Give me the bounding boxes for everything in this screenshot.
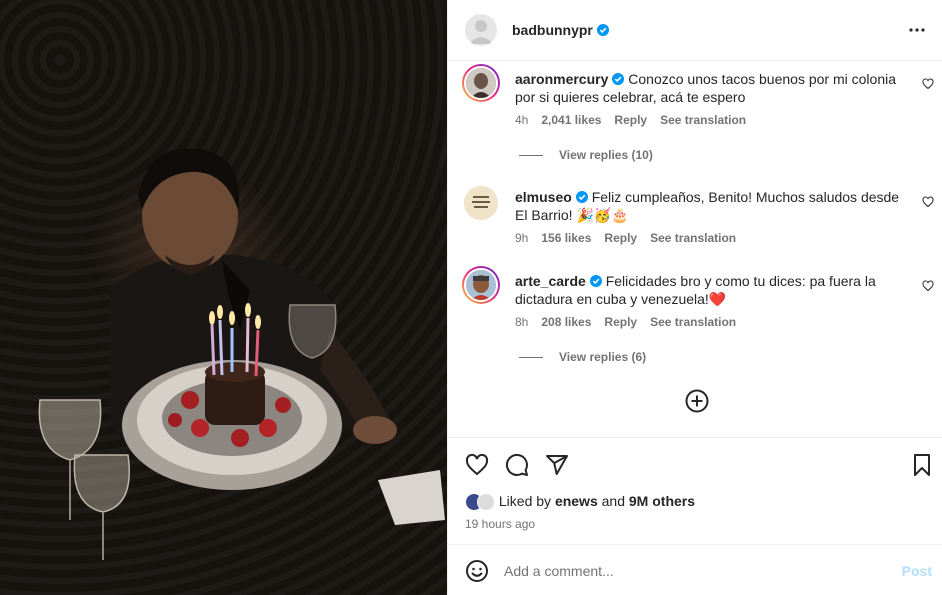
verified-badge-icon — [589, 275, 602, 287]
comment-username[interactable]: aaronmercury — [515, 71, 608, 87]
liker-avatar[interactable] — [477, 493, 495, 511]
emoji-icon[interactable] — [465, 559, 489, 583]
verified-badge-icon — [596, 24, 609, 36]
author-username[interactable]: badbunnypr — [512, 22, 609, 38]
post-header: badbunnypr — [448, 0, 942, 61]
author-avatar[interactable] — [465, 14, 497, 46]
commenter-avatar[interactable] — [462, 64, 500, 102]
commenter-logo — [464, 186, 498, 220]
comments-list: aaronmercury Conozco unos tacos buenos p… — [448, 61, 942, 437]
comment-like-count[interactable]: 208 likes — [541, 315, 591, 329]
reply-button[interactable]: Reply — [604, 315, 637, 329]
comment-username[interactable]: elmuseo — [515, 189, 572, 205]
commenter-avatar[interactable] — [462, 266, 500, 304]
view-replies-label[interactable]: View replies (6) — [559, 350, 646, 364]
user-silhouette-icon — [469, 20, 493, 44]
author-username-text[interactable]: badbunnypr — [512, 22, 593, 38]
liked-by-user[interactable]: enews — [555, 493, 598, 509]
comment-like-count[interactable]: 2,041 likes — [541, 113, 601, 127]
likes-summary: Liked by enews and 9M others — [465, 493, 695, 513]
see-translation-link[interactable]: See translation — [660, 113, 746, 127]
comment-meta: 9h 156 likes Reply See translation — [515, 231, 749, 245]
load-more-comments-icon[interactable] — [685, 389, 709, 413]
like-heart-icon[interactable] — [465, 453, 489, 477]
comment-input[interactable] — [504, 560, 884, 582]
comment-text: aaronmercury Conozco unos tacos buenos p… — [515, 70, 907, 106]
comment-body: Feliz cumpleaños, Benito! Muchos saludos… — [515, 189, 900, 223]
comment-text: arte_carde Felicidades bro y como tu dic… — [515, 272, 907, 308]
comment-like-heart-icon[interactable] — [922, 280, 934, 292]
post-details-panel: badbunnypr aaronmercury Conozco unos tac… — [447, 0, 942, 595]
comment-text: elmuseo Feliz cumpleaños, Benito! Muchos… — [515, 188, 907, 224]
bookmark-icon[interactable] — [910, 453, 934, 477]
post-timestamp[interactable]: 19 hours ago — [465, 517, 535, 531]
post-actions: Liked by enews and 9M others 19 hours ag… — [448, 437, 942, 544]
commenter-avatar[interactable] — [462, 184, 500, 222]
comment-meta: 8h 208 likes Reply See translation — [515, 315, 749, 329]
comment-time[interactable]: 9h — [515, 231, 528, 245]
comment-time[interactable]: 8h — [515, 315, 528, 329]
comment-like-heart-icon[interactable] — [922, 196, 934, 208]
view-replies-label[interactable]: View replies (10) — [559, 148, 653, 162]
see-translation-link[interactable]: See translation — [650, 231, 736, 245]
commenter-photo — [466, 270, 496, 300]
reply-button[interactable]: Reply — [604, 231, 637, 245]
replies-divider-line — [519, 357, 543, 359]
view-replies-button[interactable]: View replies (6) — [519, 350, 646, 364]
photo-illustration — [38, 148, 445, 560]
more-options-icon[interactable] — [905, 18, 929, 42]
liked-by-mid: and — [597, 493, 629, 509]
view-replies-button[interactable]: View replies (10) — [519, 148, 653, 162]
add-comment-bar: Post — [448, 544, 942, 595]
reply-button[interactable]: Reply — [614, 113, 647, 127]
comment-meta: 4h 2,041 likes Reply See translation — [515, 113, 759, 127]
share-icon[interactable] — [545, 453, 569, 477]
verified-badge-icon — [575, 191, 588, 203]
comment-icon[interactable] — [505, 453, 529, 477]
liked-by-prefix: Liked by — [498, 493, 555, 509]
liked-by-count[interactable]: 9M others — [629, 493, 695, 509]
commenter-photo — [466, 68, 496, 98]
verified-badge-icon — [612, 73, 625, 85]
post-comment-button[interactable]: Post — [902, 563, 932, 579]
comment-username[interactable]: arte_carde — [515, 273, 586, 289]
comment-like-count[interactable]: 156 likes — [541, 231, 591, 245]
post-photo — [0, 0, 447, 595]
comment-like-heart-icon[interactable] — [922, 78, 934, 90]
replies-divider-line — [519, 155, 543, 157]
see-translation-link[interactable]: See translation — [650, 315, 736, 329]
comment-time[interactable]: 4h — [515, 113, 528, 127]
